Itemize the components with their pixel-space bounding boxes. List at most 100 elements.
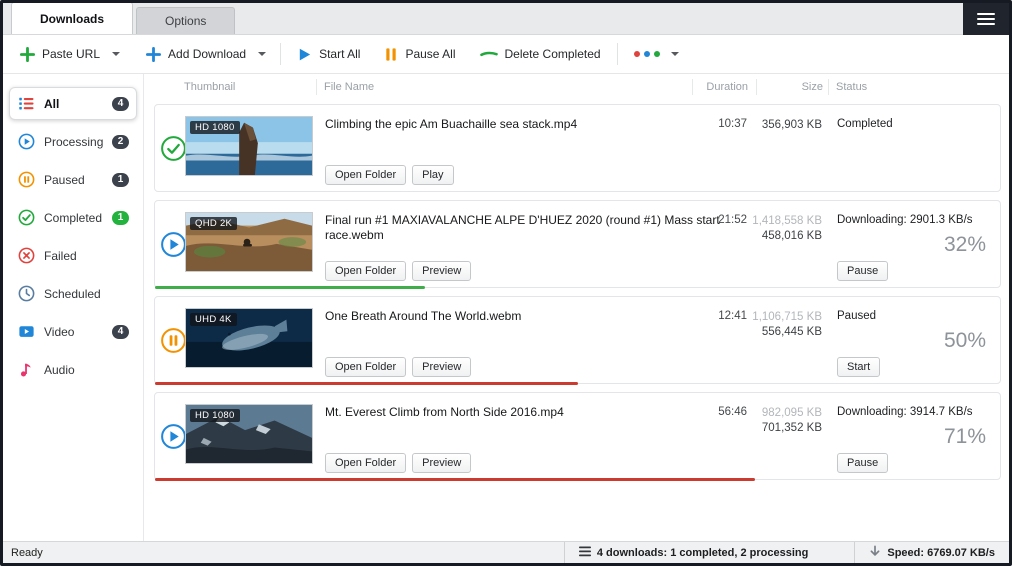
download-row[interactable]: HD 1080 Mt. Everest Climb from North Sid… <box>154 392 1001 480</box>
preview-button[interactable]: Preview <box>412 453 471 473</box>
sidebar-item-label: Failed <box>44 249 77 263</box>
app-window: Downloads Options Paste URL Add Download <box>0 0 1012 566</box>
progress-percent: 71% <box>944 425 986 449</box>
sidebar-item-scheduled[interactable]: Scheduled <box>9 277 137 310</box>
header-separator <box>692 79 693 95</box>
more-menu-button[interactable] <box>627 45 686 63</box>
size-total: 1,418,558 KB <box>752 214 822 229</box>
paste-url-label: Paste URL <box>42 47 100 61</box>
paste-url-button[interactable]: Paste URL <box>13 41 107 68</box>
quality-badge: QHD 2K <box>190 217 237 230</box>
download-row[interactable]: HD 1080 Climbing the epic Am Buachaille … <box>154 104 1001 192</box>
add-download-dropdown[interactable] <box>253 46 271 62</box>
duration-value: 21:52 <box>718 214 747 226</box>
sidebar-item-failed[interactable]: Failed <box>9 239 137 272</box>
status-ready: Ready <box>11 547 564 559</box>
menu-button[interactable] <box>963 3 1009 35</box>
delete-completed-button[interactable]: Delete Completed <box>473 41 608 67</box>
downloads-list: Thumbnail File Name Duration Size Status <box>144 74 1009 541</box>
sidebar-item-label: Video <box>44 325 74 339</box>
progress-percent: 32% <box>944 233 986 257</box>
tab-downloads[interactable]: Downloads <box>11 2 133 34</box>
plus-icon-green <box>20 47 35 62</box>
preview-button[interactable]: Preview <box>412 261 471 281</box>
open-folder-button[interactable]: Open Folder <box>325 165 406 185</box>
add-download-button[interactable]: Add Download <box>139 41 253 68</box>
open-folder-button[interactable]: Open Folder <box>325 453 406 473</box>
speed-indicator: Speed: 6769.07 KB/s <box>854 542 1009 563</box>
pause-all-button[interactable]: Pause All <box>377 41 462 68</box>
minus-icon <box>480 49 498 59</box>
sidebar-item-paused[interactable]: Paused 1 <box>9 163 137 196</box>
chevron-down-icon <box>112 52 120 56</box>
downloads-summary-text: 4 downloads: 1 completed, 2 processing <box>597 547 809 559</box>
pause-circle-icon <box>18 171 35 188</box>
start-download-button[interactable]: Start <box>837 357 880 377</box>
count-badge: 4 <box>112 97 129 111</box>
list-icon <box>18 95 35 112</box>
sidebar-item-label: Scheduled <box>44 287 101 301</box>
count-badge: 1 <box>112 211 129 225</box>
check-circle-icon <box>18 209 35 226</box>
size-value: 356,903 KB <box>762 118 822 133</box>
table-header: Thumbnail File Name Duration Size Status <box>144 74 1009 100</box>
preview-button[interactable]: Preview <box>412 357 471 377</box>
plus-icon-blue <box>146 47 161 62</box>
tab-options[interactable]: Options <box>136 7 235 34</box>
quality-badge: HD 1080 <box>190 121 240 134</box>
pause-icon <box>384 47 398 62</box>
sidebar-item-label: Paused <box>44 173 85 187</box>
toolbar-separator <box>280 43 281 65</box>
open-folder-button[interactable]: Open Folder <box>325 357 406 377</box>
file-name: Mt. Everest Climb from North Side 2016.m… <box>325 405 564 420</box>
download-row[interactable]: UHD 4K One Breath Around The World.webm … <box>154 296 1001 384</box>
header-status: Status <box>836 81 867 93</box>
sidebar-item-audio[interactable]: Audio <box>9 353 137 386</box>
pause-download-button[interactable]: Pause <box>837 453 888 473</box>
toolbar-separator <box>617 43 618 65</box>
sidebar-item-completed[interactable]: Completed 1 <box>9 201 137 234</box>
size-downloaded: 556,445 KB <box>752 325 822 340</box>
delete-completed-label: Delete Completed <box>505 47 601 61</box>
size-downloaded: 701,352 KB <box>762 421 822 436</box>
header-separator <box>756 79 757 95</box>
start-all-button[interactable]: Start All <box>290 41 367 68</box>
add-download-label: Add Download <box>168 47 246 61</box>
sidebar-item-video[interactable]: Video 4 <box>9 315 137 348</box>
status-text: Paused <box>837 310 876 322</box>
tab-options-label: Options <box>165 14 206 28</box>
pause-download-button[interactable]: Pause <box>837 261 888 281</box>
sidebar-item-label: All <box>44 97 59 111</box>
file-name: Climbing the epic Am Buachaille sea stac… <box>325 117 577 132</box>
open-folder-button[interactable]: Open Folder <box>325 261 406 281</box>
progress-percent: 50% <box>944 329 986 353</box>
play-button[interactable]: Play <box>412 165 453 185</box>
status-text: Downloading: 2901.3 KB/s <box>837 214 973 226</box>
size-total: 1,106,715 KB <box>752 310 822 325</box>
x-circle-icon <box>18 247 35 264</box>
video-thumbnail: QHD 2K <box>185 212 313 272</box>
header-separator <box>828 79 829 95</box>
header-separator <box>316 79 317 95</box>
size-value: 982,095 KB 701,352 KB <box>762 406 822 436</box>
sidebar-item-label: Processing <box>44 135 103 149</box>
progress-bar <box>155 286 425 289</box>
chevron-down-icon <box>671 52 679 56</box>
duration-value: 12:41 <box>718 310 747 322</box>
status-bar: Ready 4 downloads: 1 completed, 2 proces… <box>3 541 1009 563</box>
video-thumbnail: HD 1080 <box>185 404 313 464</box>
download-row[interactable]: QHD 2K Final run #1 MAXIAVALANCHE ALPE D… <box>154 200 1001 288</box>
check-circle-icon <box>160 135 187 162</box>
header-thumbnail: Thumbnail <box>184 81 235 93</box>
sidebar-item-all[interactable]: All 4 <box>9 87 137 120</box>
play-circle-icon <box>160 231 187 258</box>
sidebar: All 4 Processing 2 Paused 1 <box>3 74 144 541</box>
header-size: Size <box>802 81 823 93</box>
count-badge: 1 <box>112 173 129 187</box>
size-value: 1,418,558 KB 458,016 KB <box>752 214 822 244</box>
duration-value: 56:46 <box>718 406 747 418</box>
progress-bar <box>155 382 578 385</box>
paste-url-dropdown[interactable] <box>107 46 125 62</box>
sidebar-item-processing[interactable]: Processing 2 <box>9 125 137 158</box>
file-name: Final run #1 MAXIAVALANCHE ALPE D'HUEZ 2… <box>325 213 730 243</box>
